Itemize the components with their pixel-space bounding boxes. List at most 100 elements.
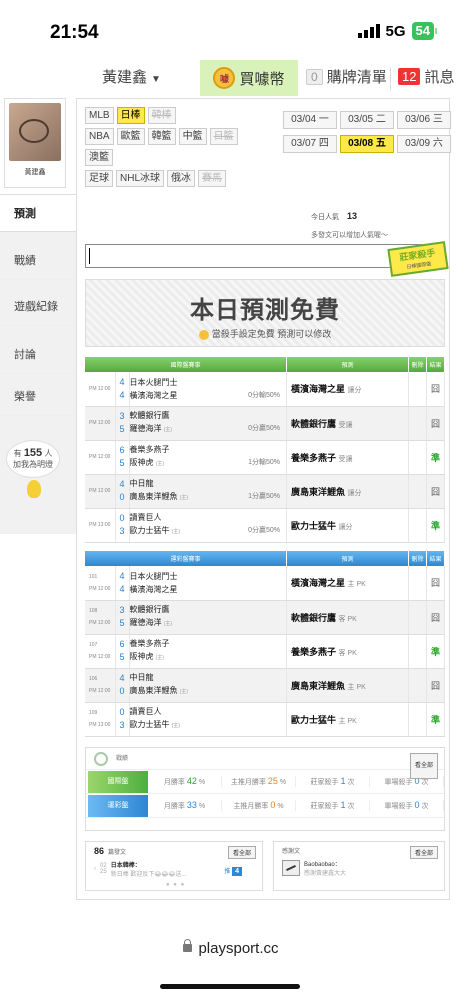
pick-cell[interactable]: 廣島東洋鯉魚 主 PK [286,668,409,703]
game-id: 101 [89,573,98,580]
post-prev-icon[interactable]: ‹ [94,866,96,872]
posts-more-button[interactable]: 看全部 [227,846,256,859]
sidebar-item-record[interactable]: 戰績 [0,242,76,280]
delete-cell[interactable] [408,668,427,703]
home-win-rate: 主推月勝率 25% [222,776,296,787]
pick-note: 客 PK [338,615,357,623]
score-away: 3 [119,411,125,421]
network-label: 5G [385,22,406,40]
league-tab[interactable]: 足球 [85,170,113,187]
league-tab[interactable]: 歐籃 [116,128,145,145]
delete-cell[interactable] [408,372,427,407]
status-indicators: 5G 54 [357,22,438,40]
delete-cell[interactable] [408,508,427,543]
team-home: 橫濱海灣之星 [129,584,178,594]
promo-title: 本日預測免費 [190,297,340,324]
date-tab[interactable]: 03/08 五 [340,135,394,153]
buy-list-link[interactable]: 0 購牌清單 [306,66,387,87]
killer-count: 莊家殺手 1 次 [296,800,370,811]
team-away: 養樂多燕子 [129,639,170,648]
game-id: 106 [89,676,98,682]
promo-subtitle: 當殺手設定免費 預測可以修改 [86,327,444,340]
thanks-text: 感謝黃建鑫大大 [304,871,347,877]
teams-cell: 讀賣巨人 歐力士猛牛 (主) [129,702,287,737]
delete-cell[interactable] [408,440,427,475]
delete-cell[interactable] [408,600,427,635]
sidebar-item-honor[interactable]: 榮譽 [0,378,76,416]
thanks-item[interactable]: Baobaobao： 感謝黃建鑫大大 [274,859,444,877]
buy-coin-button[interactable]: 噱 買噱幣 [200,60,298,96]
league-tab[interactable]: NBA [85,128,114,145]
delete-cell[interactable] [408,406,427,441]
team-home: 廣島東洋鯉魚 (主) [129,686,189,695]
league-tab[interactable]: 日棒 [116,107,145,124]
record-more-button[interactable]: 看全部 [409,753,438,779]
team-away: 日本火腿鬥士 [129,377,178,387]
league-tab[interactable]: 韓棒 [147,107,176,124]
top-nav: 黃建鑫 ▼ 噱 買噱幣 0 購牌清單 12 訊息 [0,60,462,96]
sidebar-item-game-log[interactable]: 遊戲紀錄 [0,288,76,326]
lottery-header-result: 結果 [426,551,445,566]
teams-cell: 養樂多燕子 阪神虎 (主) 1分輸50% [129,440,287,475]
score-cell: 35 [115,406,130,441]
user-avatar-icon [282,860,300,876]
pick-cell[interactable]: 廣島東洋鯉魚 讓分 [286,474,409,509]
league-tab[interactable]: 韓籃 [147,128,176,145]
league-tab[interactable]: 賽馬 [198,170,227,187]
intl-header-match: 國際盤賽事 [85,357,287,372]
status-bar: 21:54 5G 54 [0,0,462,60]
lottery-header-delete: 刪除 [408,551,427,566]
home-tag: (主) [155,461,165,467]
team-away: 軟體銀行鷹 [129,411,170,420]
date-tab[interactable]: 03/04 一 [283,111,337,129]
pick-cell[interactable]: 養樂多燕子 客 PK [286,634,409,669]
target-icon [94,752,108,766]
home-tag: (主) [163,427,173,433]
post-title: 日本韓棒： [110,863,141,869]
league-tab[interactable]: NHL冰球 [116,170,165,187]
pick-note: 讓分 [347,489,362,497]
battery-icon: 54 [411,22,438,40]
date-tab[interactable]: 03/05 二 [340,111,394,129]
league-tab[interactable]: 澳籃 [85,149,113,166]
sidebar-item-discussion[interactable]: 討論 [0,336,76,374]
league-tab[interactable]: 中籃 [178,128,207,145]
pick-cell[interactable]: 軟體銀行鷹 客 PK [286,600,409,635]
user-dropdown[interactable]: 黃建鑫 ▼ [102,66,161,87]
avatar-name: 黃建鑫 [24,169,46,176]
home-indicator[interactable] [160,984,300,989]
coin-icon: 噱 [213,67,236,89]
delete-cell[interactable] [408,702,427,737]
date-tab[interactable]: 03/06 三 [397,111,451,129]
fans-widget[interactable]: 有 155 人 加我為明燈 [6,440,62,502]
pick-cell[interactable]: 歐力士猛牛 主 PK [286,702,409,737]
month-win-rate: 月勝率 42% [148,776,222,787]
league-tab[interactable]: 日籃 [209,128,238,145]
sidebar-item-predict[interactable]: 預測 [0,194,76,232]
score-cell: 03 [115,702,130,737]
avatar[interactable]: 黃建鑫 [4,98,66,188]
score-away: 3 [119,605,125,615]
game-time: 106 PM 12:00 [85,668,116,703]
lottery-header-match: 運彩盤賽事 [85,551,287,566]
odds-text: 1分輸50% [248,459,280,466]
delete-cell[interactable] [408,634,427,669]
pick-cell[interactable]: 養樂多燕子 受讓 [286,440,409,475]
result-cell: 囧 [426,474,445,509]
url-bar[interactable]: playsport.cc [0,939,462,957]
delete-cell[interactable] [408,474,427,509]
single-killer-count: 單場殺手 0 次 [370,800,444,811]
pick-cell[interactable]: 歐力士猛牛 讓分 [286,508,409,543]
league-tab[interactable]: MLB [85,107,114,124]
thanks-more-button[interactable]: 看全部 [409,846,438,859]
league-tab[interactable]: 俄冰 [167,170,196,187]
pick-cell[interactable]: 軟體銀行鷹 受讓 [286,406,409,441]
date-tab[interactable]: 03/07 四 [283,135,337,153]
intl-header-pick: 預測 [286,357,409,372]
date-tab[interactable]: 03/09 六 [397,135,451,153]
pick-cell[interactable]: 橫濱海灣之星 主 PK [286,566,409,601]
messages-link[interactable]: 12 訊息 [398,66,454,87]
delete-cell[interactable] [408,566,427,601]
pick-note: 受讓 [338,455,353,463]
pick-cell[interactable]: 橫濱海灣之星 讓分 [286,372,409,407]
